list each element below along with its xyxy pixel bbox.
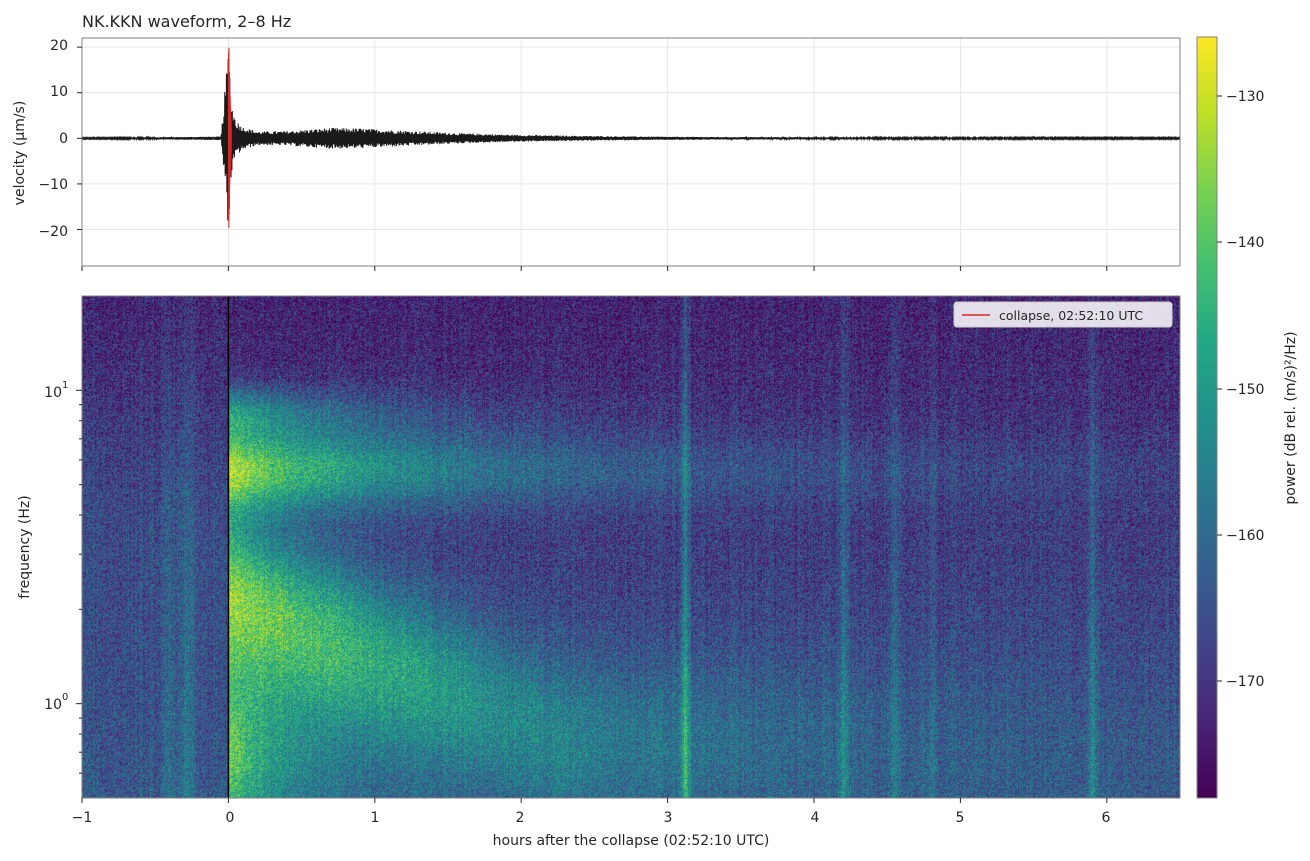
ytick-label-10-0: 10 <box>44 697 62 713</box>
spectrogram-y-ticks: 10 1 10 0 <box>44 380 68 713</box>
colorbar-label: power (dB rel. (m/s)²/Hz) <box>1283 331 1299 504</box>
colorbar: −130 −140 −150 −160 −170 power (dB rel. … <box>1196 36 1299 799</box>
ytick-exponent: 0 <box>62 692 68 703</box>
legend-label: collapse, 02:52:10 UTC <box>999 308 1143 323</box>
spectrogram-panel: −1 0 1 2 3 4 5 6 10 1 10 0 hours after t… <box>17 295 1181 849</box>
waveform-ytick-label: −10 <box>38 177 68 193</box>
waveform-ytick-label: 0 <box>59 131 68 147</box>
ytick-exponent: 1 <box>62 380 68 391</box>
colorbar-tick-label: −130 <box>1226 89 1264 105</box>
spectrogram-y-axis-label: frequency (Hz) <box>17 495 33 598</box>
figure: NK.KKN waveform, 2–8 Hz 20 10 0 −10 −20 … <box>12 12 1299 849</box>
waveform-ytick-label: −20 <box>38 224 68 240</box>
xtick-label: 0 <box>226 810 235 826</box>
xtick-label: −1 <box>72 810 93 826</box>
waveform-y-ticks: 20 10 0 −10 −20 <box>38 38 68 240</box>
xtick-label: 1 <box>371 810 380 826</box>
colorbar-tick-label: −140 <box>1226 235 1264 251</box>
waveform-plot-background <box>82 38 1180 266</box>
xtick-label: 2 <box>516 810 525 826</box>
xtick-label: 3 <box>664 810 673 826</box>
waveform-ytick-label: 10 <box>50 84 68 100</box>
waveform-title: NK.KKN waveform, 2–8 Hz <box>82 12 291 31</box>
waveform-y-axis-label: velocity (µm/s) <box>12 101 28 206</box>
colorbar-tick-label: −150 <box>1226 382 1264 398</box>
spectrogram-x-ticks: −1 0 1 2 3 4 5 6 <box>72 810 1111 826</box>
xtick-label: 4 <box>811 810 820 826</box>
spectrogram-heatmap <box>82 296 1180 798</box>
spectrogram-image-container <box>82 296 1180 798</box>
spectrogram-x-axis-label: hours after the collapse (02:52:10 UTC) <box>493 833 770 849</box>
colorbar-gradient <box>1196 36 1218 799</box>
colorbar-tick-label: −170 <box>1226 674 1264 690</box>
ytick-label-10-1: 10 <box>44 385 62 401</box>
colorbar-ticks: −130 −140 −150 −160 −170 <box>1217 89 1264 690</box>
legend: collapse, 02:52:10 UTC <box>953 301 1173 328</box>
xtick-label: 6 <box>1102 810 1111 826</box>
colorbar-tick-label: −160 <box>1226 528 1264 544</box>
waveform-ytick-label: 20 <box>50 38 68 54</box>
xtick-label: 5 <box>956 810 965 826</box>
waveform-panel: NK.KKN waveform, 2–8 Hz 20 10 0 −10 −20 … <box>12 12 1181 271</box>
